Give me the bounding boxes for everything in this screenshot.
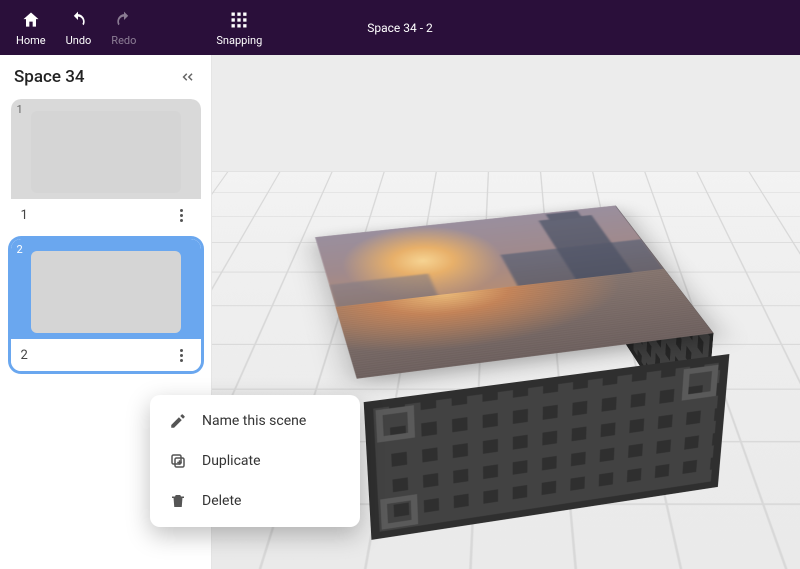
scene-footer: 1 (11, 199, 201, 231)
trash-icon (168, 491, 188, 511)
undo-icon (67, 9, 89, 31)
scene-context-menu: Name this scene Duplicate Delete (150, 395, 360, 527)
undo-label: Undo (66, 34, 92, 47)
merge-cube-object[interactable] (336, 121, 676, 461)
collapse-sidebar-button[interactable] (175, 65, 199, 89)
redo-label: Redo (111, 34, 136, 47)
undo-button[interactable]: Undo (66, 9, 92, 47)
snapping-icon (228, 9, 250, 31)
rename-scene-item[interactable]: Name this scene (150, 401, 360, 441)
scene-thumbnail (11, 239, 201, 339)
scene-card[interactable]: 1 1 (11, 99, 201, 231)
scene-thumbnail (11, 99, 201, 199)
redo-icon (113, 9, 135, 31)
chevrons-left-icon (178, 68, 196, 86)
delete-label: Delete (202, 493, 241, 509)
duplicate-scene-item[interactable]: Duplicate (150, 441, 360, 481)
cube-top-face (315, 206, 714, 379)
scene-label: 1 (21, 208, 28, 223)
sidebar-header: Space 34 (0, 55, 211, 99)
home-label: Home (16, 34, 46, 47)
window-title: Space 34 - 2 (367, 21, 433, 35)
duplicate-icon (168, 451, 188, 471)
sidebar-title: Space 34 (14, 67, 85, 87)
home-button[interactable]: Home (16, 9, 46, 47)
rename-label: Name this scene (202, 413, 306, 429)
snapping-button[interactable]: Snapping (216, 9, 262, 47)
delete-scene-item[interactable]: Delete (150, 481, 360, 521)
scene-index: 2 (17, 243, 23, 256)
edit-icon (168, 411, 188, 431)
painting-texture (315, 206, 714, 379)
top-toolbar: Home Undo Redo Snapping Space 34 - 2 (0, 0, 800, 55)
scene-label: 2 (21, 348, 28, 363)
duplicate-label: Duplicate (202, 453, 261, 469)
scene-footer: 2 (11, 339, 201, 371)
redo-button: Redo (111, 9, 136, 47)
scene-menu-button[interactable] (173, 206, 191, 224)
scene-card[interactable]: 2 2 (11, 239, 201, 371)
main-area: Space 34 1 1 (0, 55, 800, 569)
home-icon (20, 9, 42, 31)
scene-index: 1 (17, 103, 23, 116)
scene-menu-button[interactable] (173, 346, 191, 364)
snapping-label: Snapping (216, 34, 262, 47)
